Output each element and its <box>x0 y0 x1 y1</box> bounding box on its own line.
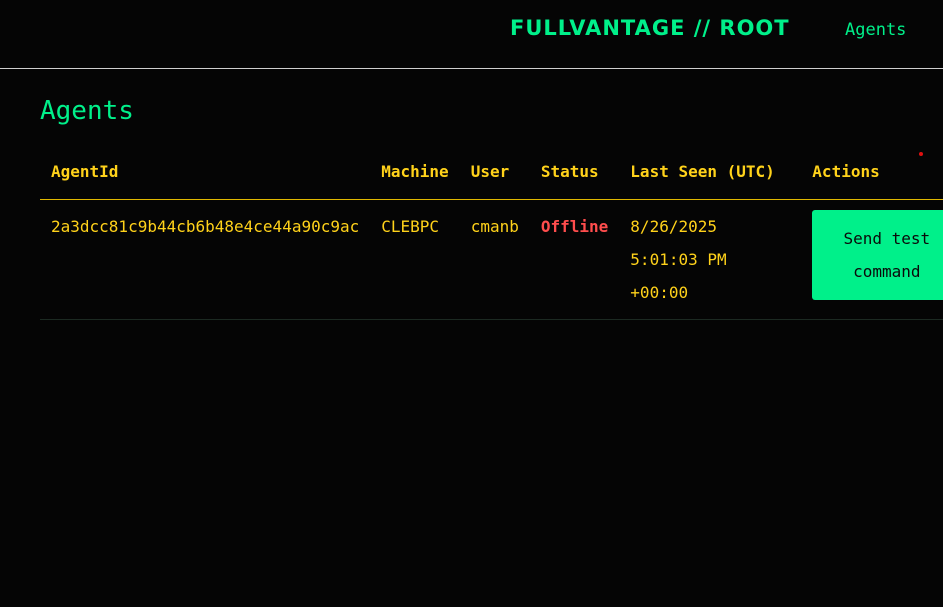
column-header-user: User <box>459 146 530 200</box>
column-header-status: Status <box>529 146 620 200</box>
agent-id-cell: 2a3dcc81c9b44cb6b48e4ce44a90c9ac <box>40 199 371 320</box>
brand-title: FULLVANTAGE // ROOT <box>510 16 790 40</box>
send-test-command-button[interactable]: Send test command <box>812 209 943 300</box>
agents-table-container: AgentId Machine User Status Last Seen (U… <box>40 146 943 320</box>
column-header-agentid: AgentId <box>40 146 371 200</box>
actions-cell: Send test command <box>801 199 943 320</box>
table-header-row: AgentId Machine User Status Last Seen (U… <box>40 146 943 200</box>
column-header-machine: Machine <box>370 146 460 200</box>
column-header-last-seen: Last Seen (UTC) <box>619 146 802 200</box>
status-badge: Offline <box>540 216 609 236</box>
nav-link-agents[interactable]: Agents <box>845 20 906 40</box>
column-header-actions: Actions <box>801 146 943 200</box>
page-title: Agents <box>40 96 134 126</box>
table-row: 2a3dcc81c9b44cb6b48e4ce44a90c9ac CLEBPC … <box>40 199 943 320</box>
agents-table: AgentId Machine User Status Last Seen (U… <box>40 146 943 320</box>
user-cell: cmanb <box>459 199 530 320</box>
top-navbar: FULLVANTAGE // ROOT Agents <box>0 0 943 69</box>
status-cell: Offline <box>529 199 620 320</box>
last-seen-value: 8/26/2025 5:01:03 PM +00:00 <box>630 216 727 302</box>
last-seen-cell: 8/26/2025 5:01:03 PM +00:00 <box>619 199 802 320</box>
machine-cell: CLEBPC <box>370 199 460 320</box>
